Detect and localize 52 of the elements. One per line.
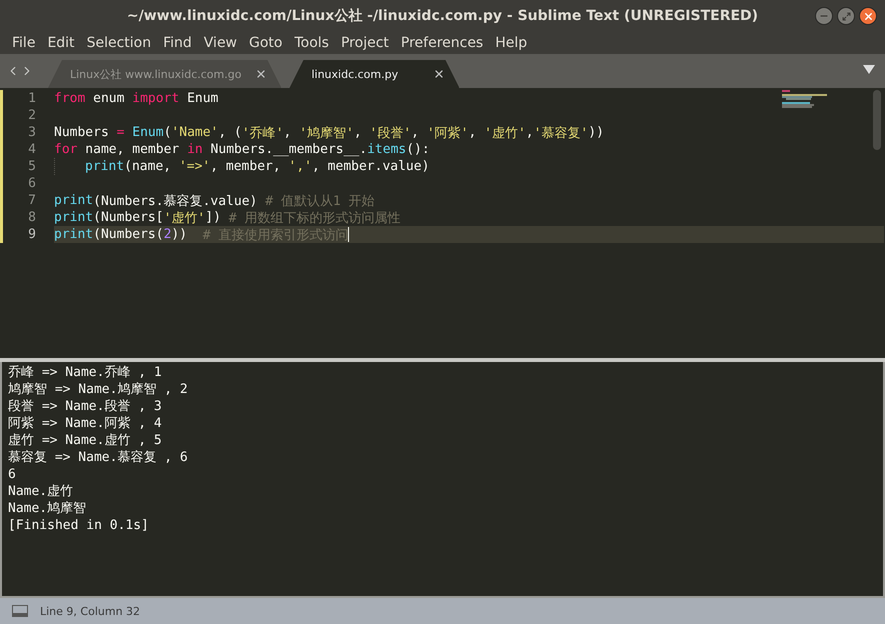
line-number: 8 (27, 210, 36, 225)
tab-label: Linux公社 www.linuxidc.com.go (70, 66, 242, 82)
close-icon (862, 10, 874, 22)
line-number: 2 (27, 108, 36, 123)
menu-item[interactable]: Preferences (394, 35, 490, 51)
maximize-button[interactable] (837, 7, 855, 25)
line-number: 4 (27, 142, 36, 157)
output-line: 阿紫 => Name.阿紫 , 4 (8, 415, 163, 432)
output-line: [Finished in 0.1s] (8, 517, 150, 534)
output-line: 乔峰 => Name.乔峰 , 1 (8, 364, 163, 381)
code-line: Numbers = Enum('Name', ('乔峰', '鸠摩智', '段誉', '阿紫', '虚竹','慕容复')) (54, 124, 604, 142)
scrollbar[interactable] (873, 90, 881, 150)
line-number: 5 (27, 159, 36, 174)
line-number: 7 (27, 193, 36, 208)
tab[interactable]: linuxidc.com.py (289, 60, 460, 88)
output-line: 6 (8, 466, 17, 483)
menu-item[interactable]: View (198, 35, 244, 51)
tab-label: linuxidc.com.py (311, 68, 398, 80)
output-line: 段誉 => Name.段誉 , 3 (8, 398, 163, 415)
output-line: 虚竹 => Name.虚竹 , 5 (8, 432, 163, 449)
menu-item[interactable]: File (6, 35, 42, 51)
close-button[interactable] (859, 7, 877, 25)
text-cursor (348, 227, 350, 242)
code-line: for name, member in Numbers.__members__.items(): (54, 142, 430, 157)
menu-item[interactable]: Goto (243, 35, 288, 51)
line-number: 9 (27, 227, 36, 242)
close-icon (433, 68, 446, 80)
close-icon (255, 68, 268, 80)
menu-item[interactable]: Selection (80, 35, 158, 51)
menu-item[interactable]: Find (157, 35, 198, 51)
minimize-button[interactable] (815, 7, 833, 25)
menu-item[interactable]: Tools (288, 35, 335, 51)
code-line: print(Numbers['虚竹']) # 用数组下标的形式访问属性 (54, 209, 400, 226)
menu-item[interactable]: Help (489, 35, 534, 51)
panel-icon[interactable] (12, 605, 28, 617)
menu-item[interactable]: Project (334, 35, 395, 51)
window-title: ~/www.linuxidc.com/Linux公社 -/linuxidc.com.py - Sublime Text (UNREGISTERED) (126, 7, 760, 25)
dropdown-icon[interactable] (863, 64, 875, 74)
close-button[interactable] (433, 68, 446, 80)
line-number: 1 (27, 91, 36, 106)
output-line: 鸠摩智 => Name.鸠摩智 , 2 (8, 381, 189, 398)
output-line: Name.虚竹 (8, 483, 74, 500)
line-number: 6 (27, 176, 36, 191)
code-line: print(Numbers.慕容复.value) # 值默认从1 开始 (54, 192, 375, 210)
menu-item[interactable]: Edit (41, 35, 81, 51)
code-line: print(name, '=>', member, ',', member.value) (85, 159, 430, 174)
output-line: Name.鸠摩智 (8, 500, 88, 517)
line-number: 3 (27, 125, 36, 140)
cursor-position: Line 9, Column 32 (40, 604, 140, 618)
maximize-icon (842, 12, 850, 20)
output-line: 慕容复 => Name.慕容复 , 6 (8, 449, 189, 466)
code-line: from enum import Enum (54, 91, 218, 106)
